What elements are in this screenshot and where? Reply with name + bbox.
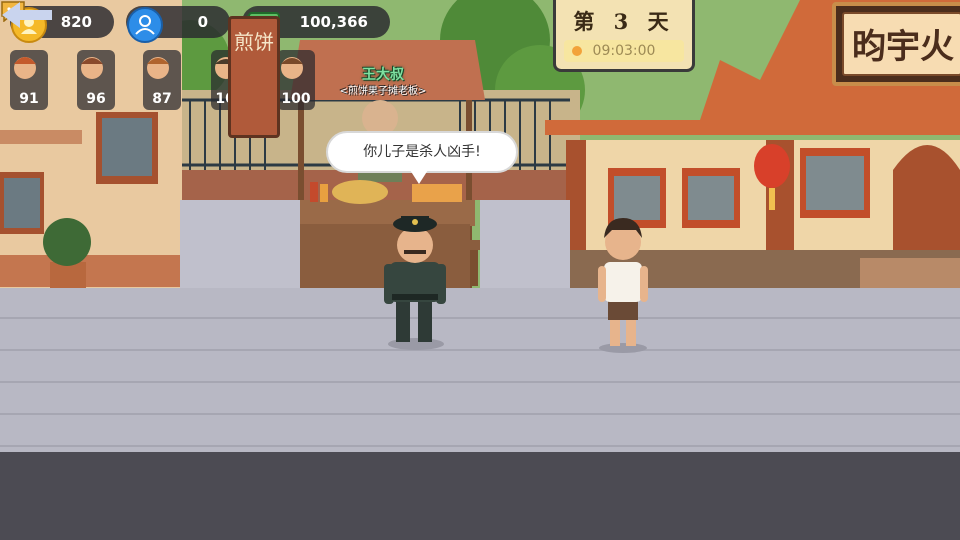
- npc-status-card[interactable]: 87: [143, 50, 181, 110]
- npc-status-card[interactable]: 91: [10, 50, 48, 110]
- game-clock: 09:03:00: [564, 40, 684, 62]
- speech-bubble-tail: [410, 170, 428, 184]
- npc-status-card[interactable]: 96: [77, 50, 115, 110]
- npc-title-label: <煎饼果子摊老板>: [339, 86, 427, 97]
- sun-dot-icon: [572, 46, 582, 56]
- back-arrow-icon[interactable]: [0, 0, 56, 30]
- user-icon: [127, 7, 163, 43]
- speech-bubble: 你儿子是杀人凶手!: [326, 131, 518, 173]
- shop-sign: 昀宇火: [832, 2, 960, 86]
- npc-status-card[interactable]: 100: [277, 50, 315, 110]
- stall-sign: 煎饼: [228, 16, 280, 138]
- npc-name-label[interactable]: 王大叔: [330, 64, 436, 84]
- day-panel[interactable]: 第 3 天 09:03:00: [553, 0, 695, 72]
- game-scene: 820 0 100,366 91 96 87 100 100 煎饼 第 3 天 …: [0, 0, 960, 540]
- npc-face-icon: [281, 57, 303, 79]
- npc-face-icon: [147, 57, 169, 79]
- npc-status-value: 91: [19, 91, 39, 107]
- npc-face-icon: [81, 57, 103, 79]
- follower-counter[interactable]: 0: [126, 6, 230, 43]
- day-label: 第 3 天: [573, 9, 675, 34]
- npc-status-value: 96: [86, 91, 106, 107]
- npc-status-value: 87: [152, 91, 172, 107]
- shop-sign-text: 昀宇火: [842, 12, 960, 76]
- bottom-bar: [0, 452, 960, 540]
- npc-face-icon: [14, 57, 36, 79]
- npc-status-value: 100: [281, 91, 311, 107]
- clock-time: 09:03:00: [592, 43, 656, 59]
